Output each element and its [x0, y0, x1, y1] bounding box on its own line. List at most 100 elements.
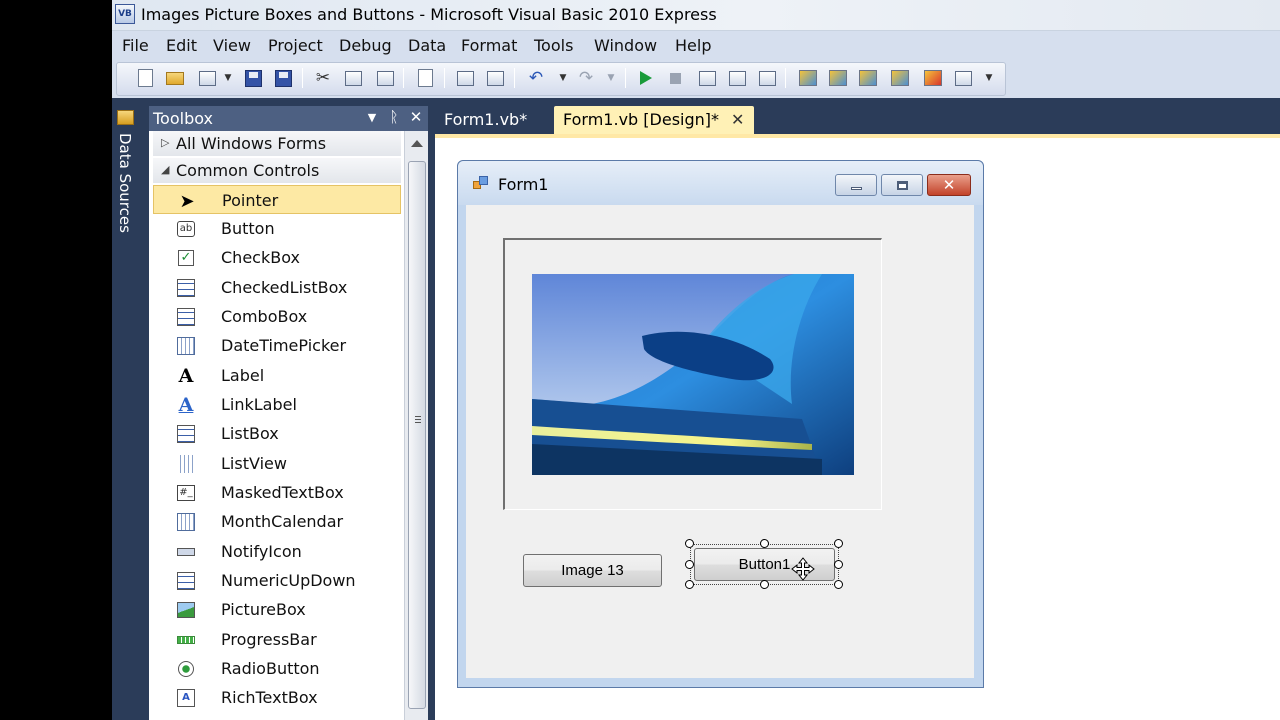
datetimepicker-icon — [177, 337, 195, 355]
toolbox-item-label[interactable]: A Label — [153, 361, 401, 390]
toolbox-item-checkbox[interactable]: ✓ CheckBox — [153, 243, 401, 272]
menu-debug[interactable]: Debug — [339, 36, 392, 55]
toolbox-item-monthcalendar[interactable]: MonthCalendar — [153, 507, 401, 536]
open-file-button[interactable] — [164, 67, 186, 89]
redo-button: ↷ — [575, 67, 597, 89]
toolbox-item-combobox[interactable]: ComboBox — [153, 302, 401, 331]
close-icon[interactable]: ✕ — [407, 108, 425, 126]
close-icon[interactable]: ✕ — [731, 110, 744, 129]
auto-hide-pin-icon[interactable]: ᚱ — [385, 108, 403, 126]
resize-handle-bottom-left[interactable] — [685, 580, 694, 589]
toolbox-group-common-controls[interactable]: ◢ Common Controls — [153, 158, 401, 184]
step-out-button[interactable] — [756, 67, 778, 89]
picture-image — [532, 274, 854, 475]
toolbox-item-maskedtextbox[interactable]: #_ MaskedTextBox — [153, 478, 401, 507]
menu-window[interactable]: Window — [594, 36, 657, 55]
copy-button[interactable] — [342, 67, 364, 89]
toolbox-item-listview[interactable]: ListView — [153, 449, 401, 478]
scrollbar-thumb[interactable] — [408, 161, 426, 709]
toolbox-item-label: CheckedListBox — [221, 278, 348, 297]
toolbox-item-linklabel[interactable]: A LinkLabel — [153, 390, 401, 419]
toolbox-item-pointer[interactable]: ➤ Pointer — [153, 185, 401, 214]
picturebox1[interactable] — [503, 238, 882, 510]
toolbox-item-datetimepicker[interactable]: DateTimePicker — [153, 331, 401, 360]
resize-handle-bottom-right[interactable] — [834, 580, 843, 589]
menu-edit[interactable]: Edit — [166, 36, 197, 55]
toolbox-title: Toolbox — [153, 109, 213, 128]
save-all-icon — [274, 69, 292, 87]
form-close-button[interactable]: ✕ — [927, 174, 971, 196]
toolbox-item-button[interactable]: ab Button — [153, 214, 401, 243]
error-list-button[interactable] — [922, 67, 944, 89]
toolbox-item-checkedlistbox[interactable]: CheckedListBox — [153, 273, 401, 302]
redo-dropdown: ▼ — [600, 67, 622, 89]
resize-handle-left[interactable] — [685, 560, 694, 569]
resize-handle-bottom[interactable] — [760, 580, 769, 589]
image-13-button[interactable]: Image 13 — [523, 554, 662, 587]
maximize-button[interactable] — [881, 174, 923, 196]
resize-handle-top-left[interactable] — [685, 539, 694, 548]
toolbox-item-notifyicon[interactable]: NotifyIcon — [153, 537, 401, 566]
tab-form1-design[interactable]: Form1.vb [Design]* ✕ — [554, 106, 755, 134]
menu-tools[interactable]: Tools — [534, 36, 573, 55]
window-title: Images Picture Boxes and Buttons - Micro… — [141, 5, 717, 24]
menu-view[interactable]: View — [213, 36, 251, 55]
resize-handle-right[interactable] — [834, 560, 843, 569]
toolbox-item-picturebox[interactable]: PictureBox — [153, 595, 401, 624]
toolbox-item-listbox[interactable]: ListBox — [153, 419, 401, 448]
resize-handle-top[interactable] — [760, 539, 769, 548]
toolbar-options-button[interactable]: ▼ — [978, 67, 1000, 89]
properties-window-button[interactable] — [827, 67, 849, 89]
data-sources-label: Data Sources — [116, 133, 134, 233]
window-position-dropdown-icon[interactable]: ▼ — [363, 111, 381, 124]
toolbox-item-label: Pointer — [222, 191, 279, 210]
add-item-dropdown[interactable]: ▼ — [217, 67, 239, 89]
toolbox-icon — [891, 70, 909, 86]
form1-client-area[interactable]: Image 13 Button1 — [466, 205, 974, 678]
immediate-window-button[interactable] — [952, 67, 974, 89]
menu-format[interactable]: Format — [461, 36, 517, 55]
uncomment-button[interactable] — [484, 67, 506, 89]
form1-window[interactable]: Form1 ✕ Image 13 Button1 — [457, 160, 984, 688]
toolbox-item-progressbar[interactable]: ProgressBar — [153, 625, 401, 654]
toolbox-item-label: DateTimePicker — [221, 336, 347, 355]
tab-form1-code[interactable]: Form1.vb* — [435, 106, 537, 134]
toolbox-item-label: NumericUpDown — [221, 571, 356, 590]
solution-explorer-button[interactable] — [797, 67, 819, 89]
menu-project[interactable]: Project — [268, 36, 323, 55]
resize-handle-top-right[interactable] — [834, 539, 843, 548]
start-debugging-button[interactable] — [635, 67, 657, 89]
menu-help[interactable]: Help — [675, 36, 711, 55]
chevron-down-icon: ▼ — [985, 73, 993, 83]
comment-button[interactable] — [454, 67, 476, 89]
object-browser-button[interactable] — [857, 67, 879, 89]
expand-arrow-icon: ▷ — [161, 136, 170, 149]
properties-icon — [829, 70, 847, 86]
scroll-up-arrow-icon[interactable] — [411, 140, 423, 147]
toolbox-group-all-windows-forms[interactable]: ▷ All Windows Forms — [153, 131, 401, 157]
step-over-button[interactable] — [726, 67, 748, 89]
menu-file[interactable]: File — [122, 36, 149, 55]
data-sources-side-tab[interactable]: Data Sources — [112, 98, 139, 720]
paste-button[interactable] — [374, 67, 396, 89]
toolbox-item-radiobutton[interactable]: RadioButton — [153, 654, 401, 683]
add-item-button[interactable] — [196, 67, 218, 89]
save-all-button[interactable] — [272, 67, 294, 89]
find-button[interactable] — [414, 67, 436, 89]
new-project-button[interactable] — [134, 67, 156, 89]
toolbox-item-richtextbox[interactable]: A RichTextBox — [153, 683, 401, 712]
undo-dropdown[interactable]: ▼ — [552, 67, 574, 89]
toolbox-button[interactable] — [889, 67, 911, 89]
save-button[interactable] — [242, 67, 264, 89]
designer-surface[interactable]: Form1 ✕ Image 13 Button1 — [435, 138, 1280, 720]
maskedtextbox-icon: #_ — [177, 484, 195, 502]
toolbox-item-numericupdown[interactable]: NumericUpDown — [153, 566, 401, 595]
menu-data[interactable]: Data — [408, 36, 446, 55]
cut-button[interactable]: ✂ — [312, 67, 334, 89]
toolbox-scrollbar[interactable] — [404, 131, 428, 720]
step-into-button[interactable] — [696, 67, 718, 89]
stop-debugging-button — [664, 67, 686, 89]
undo-button[interactable]: ↶ — [525, 67, 547, 89]
form-icon — [473, 176, 490, 191]
minimize-button[interactable] — [835, 174, 877, 196]
